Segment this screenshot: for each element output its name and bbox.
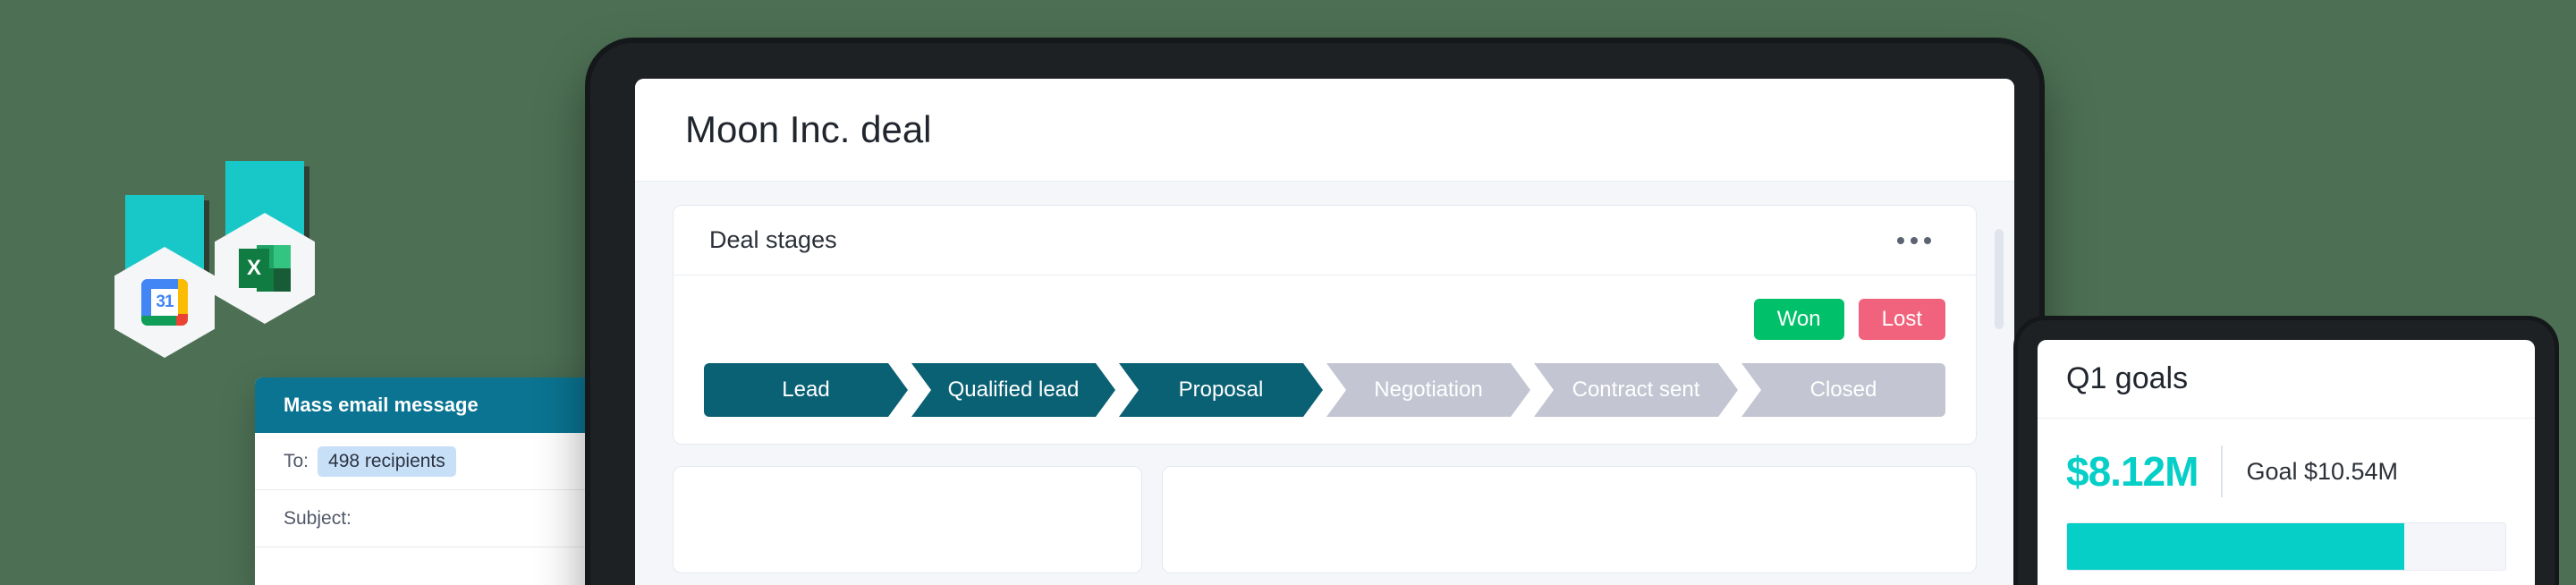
- q1-goals-figures: $8.12M Goal $10.54M: [2066, 445, 2506, 497]
- stage-proposal[interactable]: Proposal: [1119, 363, 1323, 417]
- ellipsis-icon[interactable]: [1888, 228, 1940, 253]
- deal-body: Deal stages Won Lost Lead Qualified lead…: [635, 182, 2014, 573]
- screenshot-root: 31 X Mass email message To: 498 recipien…: [0, 0, 2576, 585]
- q1-progress-fill: [2067, 523, 2405, 570]
- deal-stages-body: Won Lost Lead Qualified lead Proposal Ne…: [674, 276, 1976, 444]
- deal-stages-panel: Deal stages Won Lost Lead Qualified lead…: [673, 205, 1977, 445]
- calendar-day-number: 31: [151, 289, 178, 316]
- deal-stages-title: Deal stages: [709, 226, 837, 253]
- stage-lead[interactable]: Lead: [704, 363, 908, 417]
- q1-goal-amount: Goal $10.54M: [2246, 457, 2399, 485]
- calendar-icon-glyph: 31: [141, 279, 188, 326]
- q1-progress-bar: [2066, 522, 2506, 571]
- deal-detail-card-left[interactable]: [673, 466, 1142, 573]
- email-subject-label: Subject:: [284, 507, 352, 529]
- email-to-label: To:: [284, 450, 309, 471]
- deal-page-header: Moon Inc. deal: [635, 79, 2014, 182]
- tablet-screen: Moon Inc. deal Deal stages Won Lost Lead…: [635, 79, 2014, 585]
- page-title: Moon Inc. deal: [685, 108, 932, 150]
- stage-negotiation[interactable]: Negotiation: [1326, 363, 1530, 417]
- recipients-chip[interactable]: 498 recipients: [318, 445, 456, 477]
- tablet-device-frame: Moon Inc. deal Deal stages Won Lost Lead…: [590, 43, 2039, 585]
- won-button[interactable]: Won: [1753, 299, 1844, 340]
- divider: [2221, 445, 2224, 497]
- lost-button[interactable]: Lost: [1858, 299, 1945, 340]
- phone-screen: Q1 goals $8.12M Goal $10.54M: [2038, 340, 2535, 585]
- deal-detail-cards: [673, 466, 1977, 573]
- stage-closed[interactable]: Closed: [1741, 363, 1945, 417]
- stage-qualified-lead[interactable]: Qualified lead: [911, 363, 1115, 417]
- deal-stage-pipeline: Lead Qualified lead Proposal Negotiation…: [704, 363, 1945, 417]
- vertical-scrollbar[interactable]: [1995, 229, 2004, 329]
- q1-goals-title: Q1 goals: [2038, 340, 2535, 419]
- excel-letter: X: [239, 249, 269, 288]
- stage-contract-sent[interactable]: Contract sent: [1534, 363, 1738, 417]
- excel-icon-glyph: X: [239, 245, 291, 292]
- q1-current-amount: $8.12M: [2066, 448, 2199, 495]
- deal-stages-header: Deal stages: [674, 206, 1976, 276]
- deal-outcome-buttons: Won Lost: [704, 299, 1945, 340]
- phone-device-frame: Q1 goals $8.12M Goal $10.54M: [2018, 320, 2555, 585]
- deal-detail-card-right[interactable]: [1161, 466, 1977, 573]
- q1-goals-body: $8.12M Goal $10.54M: [2038, 419, 2535, 571]
